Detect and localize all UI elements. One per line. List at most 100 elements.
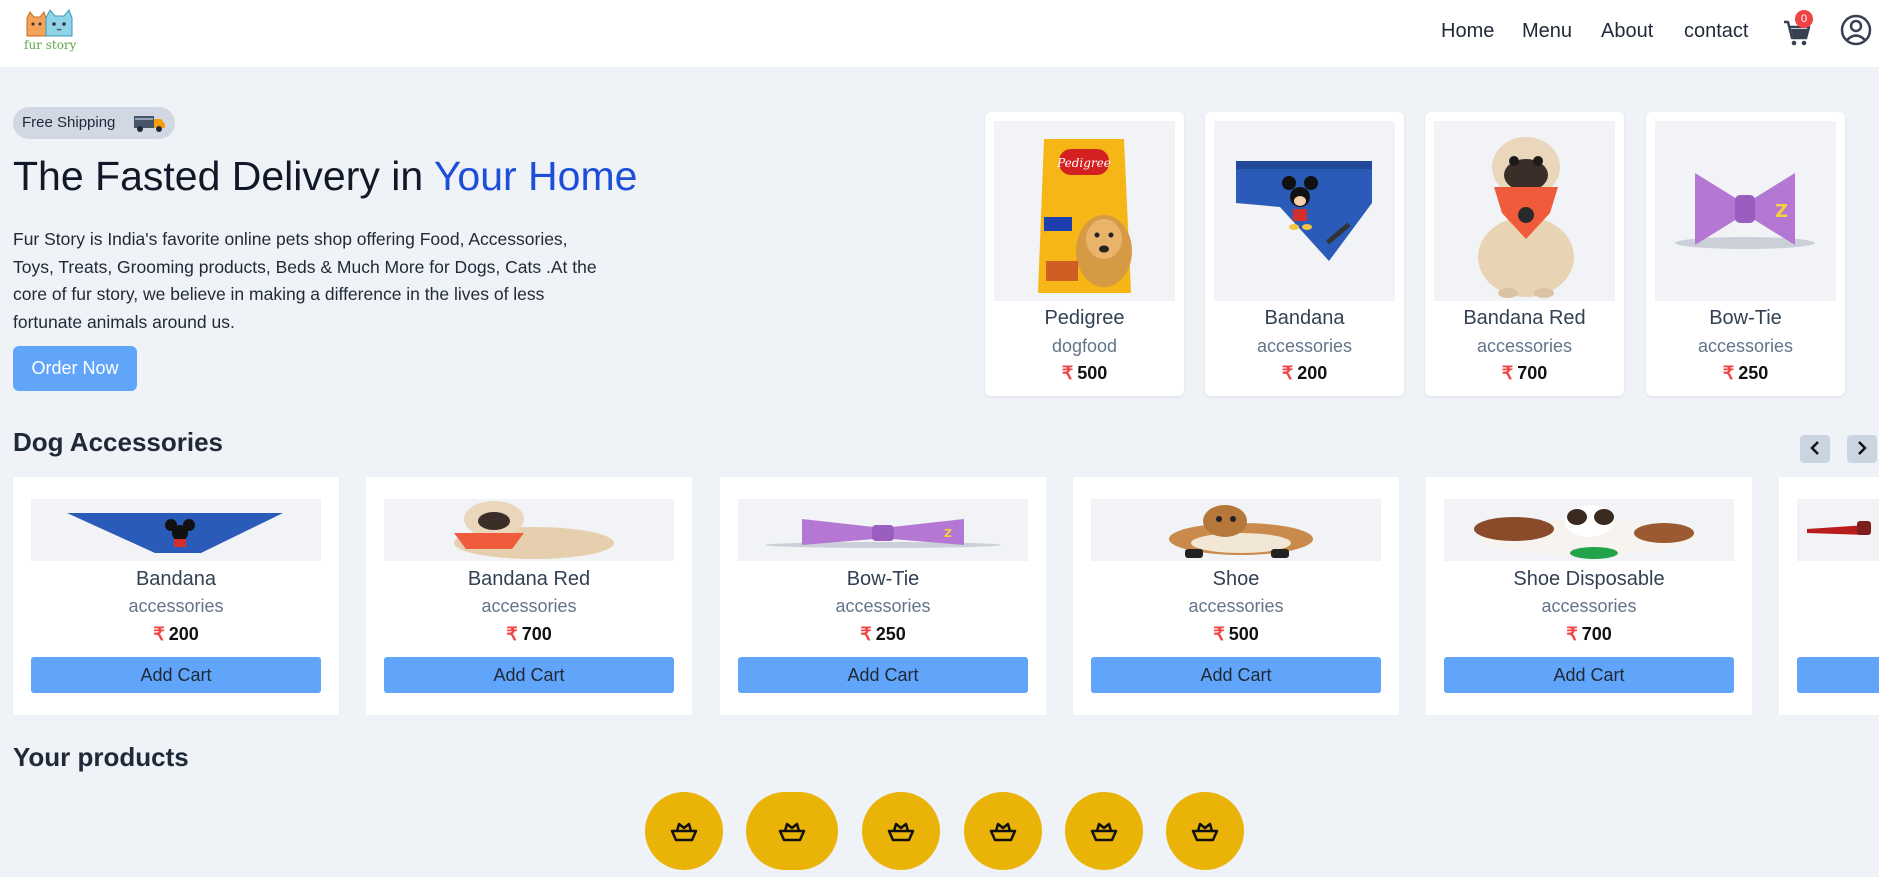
- price-value: 700: [1581, 624, 1612, 644]
- accessory-price: ₹700: [1426, 624, 1752, 645]
- free-shipping-label: Free Shipping: [22, 114, 116, 131]
- accessory-price: ₹250: [720, 624, 1046, 645]
- price-value: 500: [1228, 624, 1259, 644]
- accessory-price: ₹200: [13, 624, 339, 645]
- nav-menu[interactable]: Menu: [1522, 20, 1572, 43]
- accessory-category: accessories: [835, 596, 931, 616]
- product-image-bandana-red: [1434, 121, 1615, 301]
- pet-bowl-icon: [1090, 822, 1118, 842]
- pet-bowl-icon: [989, 822, 1017, 842]
- accessory-card[interactable]: Bandana Red accessories ₹700 Add Cart: [366, 477, 692, 715]
- add-cart-button[interactable]: Add Cart: [1444, 657, 1734, 693]
- hero-product-card[interactable]: Bandana Red accessories ₹700: [1425, 112, 1624, 396]
- pet-bowl-icon: [1191, 822, 1219, 842]
- accessory-name: Bandana: [135, 568, 217, 590]
- add-cart-button[interactable]: Add Cart: [1091, 657, 1381, 693]
- accessory-image-bandana: [31, 499, 321, 561]
- accessory-image-shoe: [1091, 499, 1381, 561]
- rupee-icon: ₹: [153, 624, 165, 644]
- user-icon[interactable]: [1840, 14, 1872, 46]
- svg-text:Pedigree: Pedigree: [1056, 156, 1111, 170]
- free-shipping-badge: Free Shipping: [13, 107, 175, 139]
- rupee-icon: ₹: [1566, 624, 1578, 644]
- rupee-icon: ₹: [1501, 363, 1514, 383]
- hero-product-card[interactable]: Z Bow-Tie accessories ₹250: [1646, 112, 1845, 396]
- accessory-card[interactable]: C Add Cart: [1779, 477, 1879, 715]
- product-name: Bandana: [1264, 307, 1345, 329]
- hero-product-card[interactable]: Pedigree Pedigree dogfood ₹500: [985, 112, 1184, 396]
- product-category: accessories: [1476, 336, 1573, 356]
- nav-home[interactable]: Home: [1441, 20, 1494, 43]
- chevron-right-icon: [1858, 440, 1867, 455]
- logo-text: fur story: [24, 38, 77, 52]
- rupee-icon: ₹: [1281, 363, 1294, 383]
- accessory-card-clip: C Add Cart: [1779, 477, 1879, 715]
- accessory-card[interactable]: Shoe accessories ₹500 Add Cart: [1073, 477, 1399, 715]
- accessory-card[interactable]: Bandana accessories ₹200 Add Cart: [13, 477, 339, 715]
- price-value: 200: [168, 624, 199, 644]
- rupee-icon: ₹: [1722, 363, 1735, 383]
- add-cart-button[interactable]: Add Cart: [738, 657, 1028, 693]
- accessory-name: Shoe: [1212, 568, 1260, 590]
- product-category: dogfood: [1051, 336, 1118, 356]
- order-now-button[interactable]: Order Now: [13, 346, 137, 391]
- accessory-category: accessories: [1541, 596, 1637, 616]
- product-circle[interactable]: [1166, 792, 1244, 870]
- accessory-card[interactable]: Shoe Disposable accessories ₹700 Add Car…: [1426, 477, 1752, 715]
- rupee-icon: ₹: [1061, 363, 1074, 383]
- price-value: 700: [1517, 363, 1548, 383]
- product-image-pedigree: Pedigree: [994, 121, 1175, 301]
- price-value: 200: [1297, 363, 1328, 383]
- product-price: ₹250: [1646, 363, 1845, 384]
- rupee-icon: ₹: [1213, 624, 1225, 644]
- add-cart-button[interactable]: Add Cart: [384, 657, 674, 693]
- product-price: ₹700: [1425, 363, 1624, 384]
- accessory-name: Bow-Tie: [846, 568, 920, 590]
- accessory-image: [1797, 499, 1879, 561]
- price-value: 250: [875, 624, 906, 644]
- accessory-category: accessories: [128, 596, 224, 616]
- carousel-prev-button[interactable]: [1800, 435, 1830, 463]
- truck-icon: [134, 116, 165, 132]
- accessory-image-bow-tie: Z: [738, 499, 1028, 561]
- hero-title-main: The Fasted Delivery in: [13, 153, 434, 199]
- add-cart-button[interactable]: Add Cart: [31, 657, 321, 693]
- price-value: 500: [1077, 363, 1108, 383]
- price-value: 700: [521, 624, 552, 644]
- product-circle[interactable]: [746, 792, 838, 870]
- rupee-icon: ₹: [860, 624, 872, 644]
- accessory-name: C: [1779, 568, 1879, 591]
- chevron-left-icon: [1810, 440, 1819, 455]
- product-price: ₹200: [1205, 363, 1404, 384]
- svg-text:Z: Z: [1775, 201, 1788, 222]
- accessory-name: Shoe Disposable: [1513, 568, 1665, 590]
- nav-contact[interactable]: contact: [1684, 20, 1748, 43]
- nav-about[interactable]: About: [1601, 20, 1653, 43]
- svg-text:Z: Z: [944, 527, 952, 540]
- pet-bowl-icon: [670, 822, 698, 842]
- pet-bowl-icon: [887, 822, 915, 842]
- price-value: 250: [1738, 363, 1769, 383]
- product-category: accessories: [1256, 336, 1353, 356]
- product-image-bandana: [1214, 121, 1395, 301]
- product-price: ₹500: [985, 363, 1184, 384]
- add-cart-button[interactable]: Add Cart: [1797, 657, 1879, 693]
- product-image-bow-tie: Z: [1655, 121, 1836, 301]
- hero-description: Fur Story is India's favorite online pet…: [13, 229, 597, 332]
- accessory-category: accessories: [1188, 596, 1284, 616]
- accessory-category: accessories: [481, 596, 577, 616]
- product-category: accessories: [1697, 336, 1794, 356]
- product-circle[interactable]: [645, 792, 723, 870]
- header: fur story Home Menu About contact 0: [0, 0, 1879, 67]
- product-circle[interactable]: [862, 792, 940, 870]
- accessory-card[interactable]: Z Bow-Tie accessories ₹250 Add Cart: [720, 477, 1046, 715]
- hero-title: The Fasted Delivery in Your Home: [13, 153, 637, 200]
- product-circle[interactable]: [964, 792, 1042, 870]
- pet-bowl-icon: [778, 822, 806, 842]
- carousel-next-button[interactable]: [1847, 435, 1877, 463]
- hero-product-card[interactable]: Bandana accessories ₹200: [1205, 112, 1404, 396]
- hero-title-highlight: Your Home: [433, 153, 638, 199]
- logo[interactable]: fur story: [22, 8, 76, 54]
- product-name: Bow-Tie: [1709, 307, 1782, 329]
- product-circle[interactable]: [1065, 792, 1143, 870]
